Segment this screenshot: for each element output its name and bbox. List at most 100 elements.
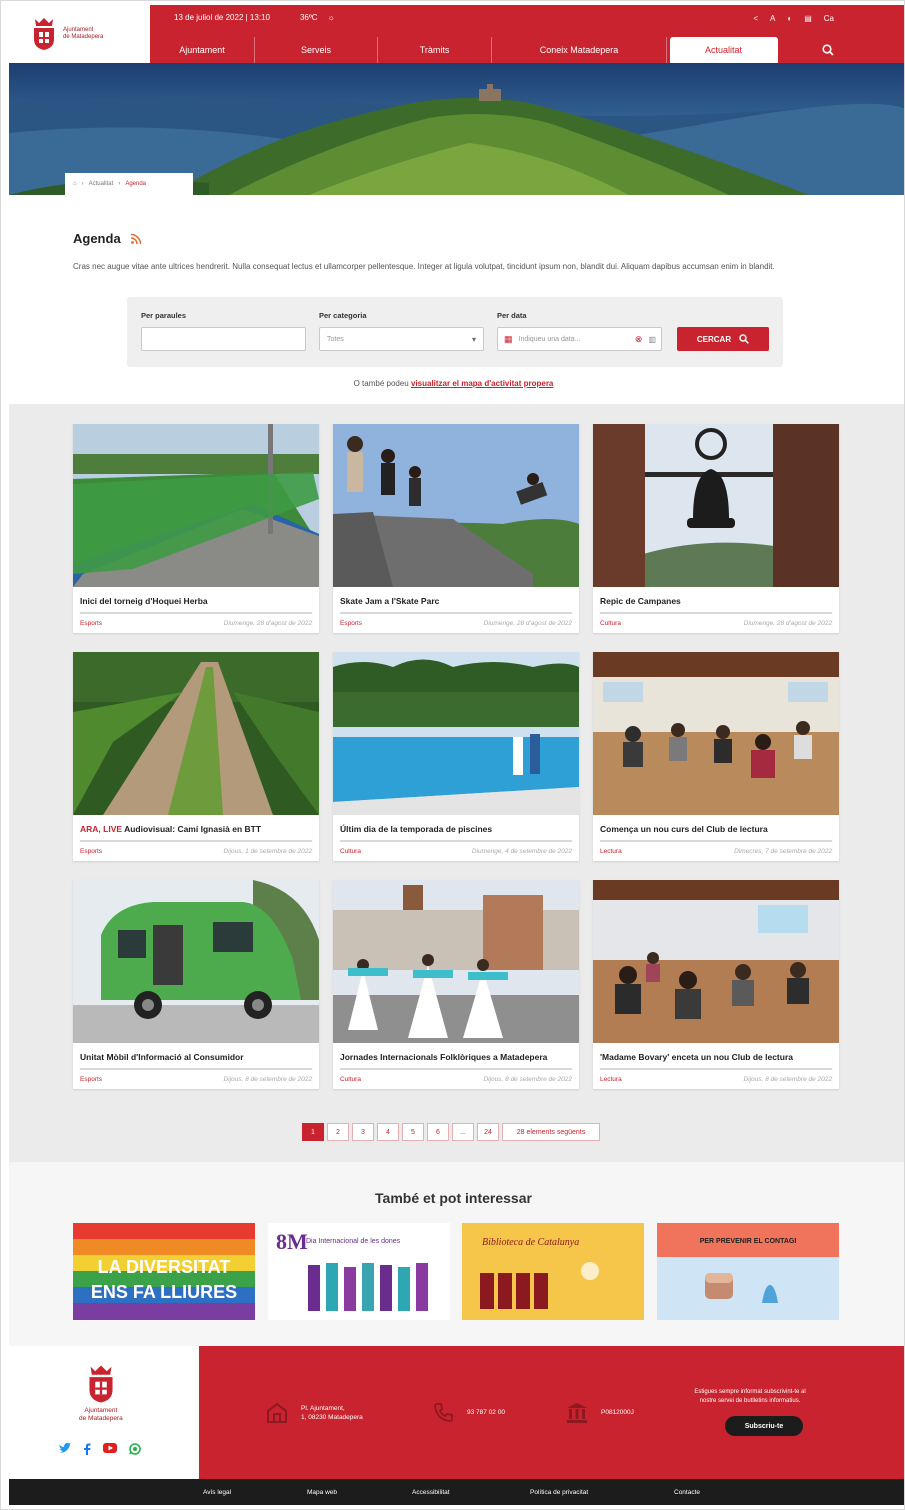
map-link-line: O també podeu visualitzar el mapa d'acti…	[353, 379, 554, 388]
related-banner-diversitat[interactable]: LA DIVERSITAT ENS FA LLIURES	[73, 1223, 255, 1320]
related-banner-contagi[interactable]: PER PREVENIR EL CONTAGI	[657, 1223, 839, 1320]
related-title: També et pot interessar	[375, 1190, 532, 1206]
coat-of-arms-icon	[89, 1365, 113, 1403]
card-image	[73, 652, 319, 815]
footer-logo[interactable]: Ajuntament de Matadepera	[79, 1364, 123, 1423]
page-button-2[interactable]: 2	[327, 1123, 349, 1141]
agenda-card[interactable]: 'Madame Bovary' enceta un nou Club de le…	[593, 880, 839, 1089]
agenda-card[interactable]: Skate Jam a l'Skate Parc Esports Diumeng…	[333, 424, 579, 633]
subscribe-text: Estigues sempre informat subscrivint-te …	[694, 1389, 806, 1404]
card-category[interactable]: Esports	[80, 1076, 102, 1083]
next-page-button[interactable]: 28 elements següents	[502, 1123, 600, 1141]
card-title[interactable]: Skate Jam a l'Skate Parc	[333, 587, 579, 609]
card-title[interactable]: Inici del torneig d'Hoquei Herba	[73, 587, 319, 609]
card-image	[333, 652, 579, 815]
page-button-1[interactable]: 1	[302, 1123, 324, 1141]
agenda-card[interactable]: Últim dia de la temporada de piscines Cu…	[333, 652, 579, 861]
subscribe-button[interactable]: Subscriu-te	[725, 1416, 803, 1436]
twitter-icon[interactable]	[59, 1443, 71, 1454]
phone-icon	[434, 1403, 453, 1422]
link-avis-legal[interactable]: Avís legal	[203, 1489, 231, 1496]
link-mapa-web[interactable]: Mapa web	[307, 1489, 337, 1496]
card-category[interactable]: Lectura	[600, 848, 622, 855]
pagination: 1 2 3 4 5 6 ... 24 28 elements següents	[302, 1123, 600, 1141]
page: Ajuntament de Matadepera 13 de juliol de…	[0, 0, 905, 1510]
page-button-3[interactable]: 3	[352, 1123, 374, 1141]
live-badge: ARA, LIVE	[80, 824, 123, 834]
date-field[interactable]: ▦ Indiqueu una data... ⊗ ▥	[497, 327, 662, 351]
share-icon[interactable]: <	[753, 14, 758, 23]
card-category[interactable]: Cultura	[340, 848, 361, 855]
page-title: Agenda	[73, 231, 121, 246]
header-bar: 13 de juliol de 2022 | 13:10 36ºC ☼ < A …	[150, 5, 904, 63]
card-title[interactable]: Jornades Internacionals Folklòriques a M…	[333, 1043, 579, 1065]
print-icon[interactable]: ▤	[804, 14, 812, 23]
facebook-icon[interactable]	[83, 1443, 91, 1455]
search-button[interactable]: CERCAR	[677, 327, 769, 351]
footer-phone[interactable]: 93 787 02 00	[433, 1401, 505, 1423]
link-privacitat[interactable]: Política de privacitat	[530, 1489, 588, 1496]
agenda-card[interactable]: Inici del torneig d'Hoquei Herba Esports…	[73, 424, 319, 633]
agenda-card[interactable]: Comença un nou curs del Club de lectura …	[593, 652, 839, 861]
link-contacte[interactable]: Contacte	[674, 1489, 700, 1496]
card-date: Diumenge, 28 d'agost de 2022	[483, 620, 572, 627]
search-icon[interactable]	[778, 37, 878, 63]
search-icon	[739, 334, 749, 344]
card-category[interactable]: Cultura	[340, 1076, 361, 1083]
card-image	[333, 424, 579, 587]
card-title[interactable]: Comença un nou curs del Club de lectura	[593, 815, 839, 837]
contrast-icon[interactable]: ◐	[787, 14, 792, 23]
card-title[interactable]: Últim dia de la temporada de piscines	[333, 815, 579, 837]
keywords-input[interactable]	[141, 327, 306, 351]
link-accessibilitat[interactable]: Accessibilitat	[412, 1489, 450, 1496]
card-title[interactable]: 'Madame Bovary' enceta un nou Club de le…	[593, 1043, 839, 1065]
agenda-card[interactable]: Jornades Internacionals Folklòriques a M…	[333, 880, 579, 1089]
footer-address: Pl. Ajuntament, 1, 08230 Matadepera	[265, 1401, 363, 1425]
related-banner-biblioteca[interactable]: Biblioteca de Catalunya	[462, 1223, 644, 1320]
home-icon[interactable]: ⌂	[73, 181, 77, 187]
whatsapp-icon[interactable]	[129, 1443, 141, 1455]
date-label: Per data	[497, 311, 527, 320]
related-banner-8m[interactable]: 8M Dia Internacional de les dones	[268, 1223, 450, 1320]
banner-8m-text: 8M	[276, 1229, 308, 1254]
card-date: Dimecres, 7 de setembre de 2022	[734, 848, 832, 855]
card-title[interactable]: ARA, LIVE Audiovisual: Camí Ignasià en B…	[73, 815, 319, 837]
card-category[interactable]: Esports	[80, 620, 102, 627]
text-size-icon[interactable]: A	[770, 14, 775, 23]
trash-icon[interactable]: ▥	[648, 335, 656, 344]
nav-ajuntament[interactable]: Ajuntament	[150, 37, 255, 63]
language-selector[interactable]: Ca	[824, 14, 834, 23]
rss-icon[interactable]	[130, 233, 141, 244]
nav-serveis[interactable]: Serveis	[255, 37, 378, 63]
page-button-5[interactable]: 5	[402, 1123, 424, 1141]
card-title[interactable]: Repic de Campanes	[593, 587, 839, 609]
youtube-icon[interactable]	[103, 1443, 117, 1453]
card-title[interactable]: Unitat Mòbil d'Informació al Consumidor	[73, 1043, 319, 1065]
nav-actualitat[interactable]: Actualitat	[670, 37, 778, 63]
card-category[interactable]: Cultura	[600, 620, 621, 627]
card-category[interactable]: Esports	[340, 620, 362, 627]
activity-map-link[interactable]: visualitzar el mapa d'activitat propera	[411, 379, 553, 388]
breadcrumb-actualitat[interactable]: Actualitat	[89, 181, 114, 187]
category-select[interactable]: Totes ▾	[319, 327, 484, 351]
page-button-last[interactable]: 24	[477, 1123, 499, 1141]
card-category[interactable]: Esports	[80, 848, 102, 855]
top-tools: < A ◐ ▤ Ca	[753, 14, 834, 23]
footer-logo-line1: Ajuntament	[84, 1407, 118, 1414]
site-logo[interactable]: Ajuntament de Matadepera	[9, 5, 150, 63]
agenda-card[interactable]: Repic de Campanes Cultura Diumenge, 28 d…	[593, 424, 839, 633]
date-placeholder: Indiqueu una data...	[518, 335, 581, 343]
nav-tramits[interactable]: Tràmits	[378, 37, 492, 63]
footer-nif: P0812000J	[565, 1401, 634, 1423]
agenda-card[interactable]: ARA, LIVE Audiovisual: Camí Ignasià en B…	[73, 652, 319, 861]
footer-info: Pl. Ajuntament, 1, 08230 Matadepera 93 7…	[199, 1346, 904, 1479]
agenda-card[interactable]: Unitat Mòbil d'Informació al Consumidor …	[73, 880, 319, 1089]
clear-date-icon[interactable]: ⊗	[635, 334, 643, 345]
card-category[interactable]: Lectura	[600, 1076, 622, 1083]
page-button-4[interactable]: 4	[377, 1123, 399, 1141]
card-date: Dijous, 8 de setembre de 2022	[743, 1076, 832, 1083]
breadcrumb: ⌂ › Actualitat › Agenda	[65, 173, 193, 195]
page-button-6[interactable]: 6	[427, 1123, 449, 1141]
nav-coneix-matadepera[interactable]: Coneix Matadepera	[492, 37, 667, 63]
page-intro: Cras nec augue vitae ante ultrices hendr…	[73, 262, 775, 271]
